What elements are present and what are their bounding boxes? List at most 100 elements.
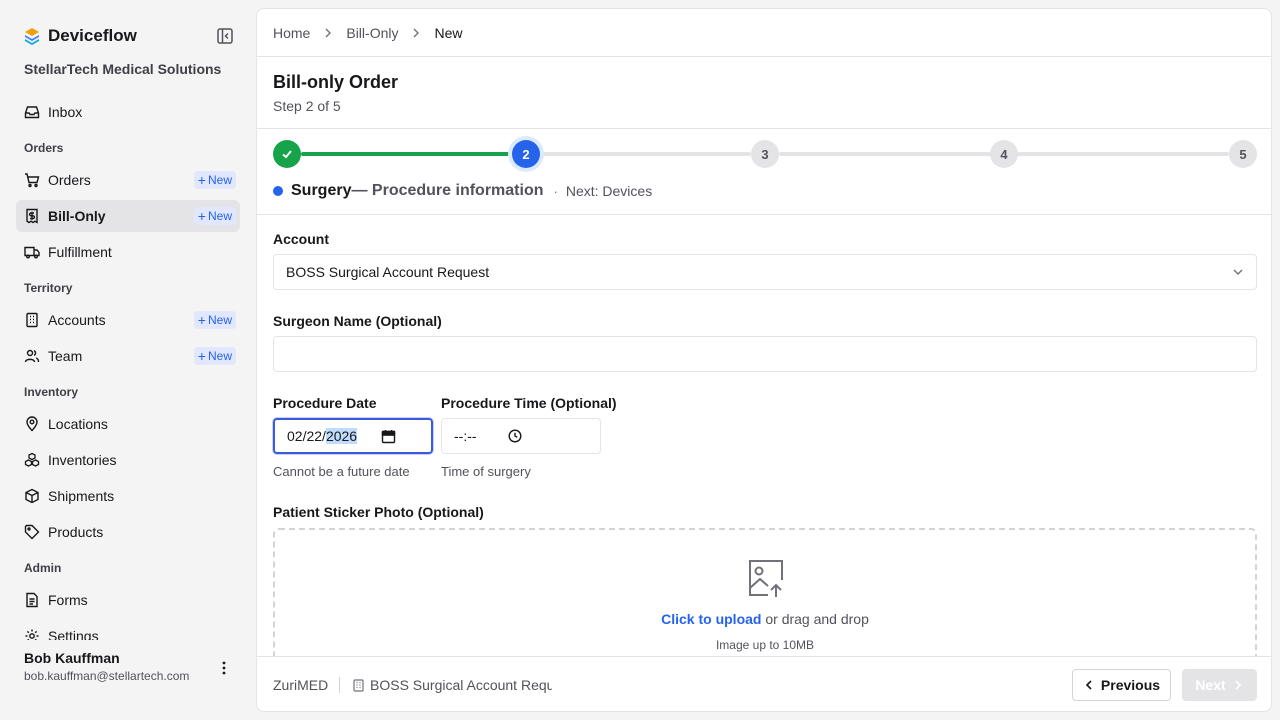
map-pin-icon (26, 416, 38, 432)
sidebar-item-products[interactable]: Products (16, 516, 240, 548)
new-account-button[interactable]: + New (193, 311, 236, 329)
new-badge-label: New (207, 313, 232, 327)
sidebar-item-label: Forms (48, 592, 88, 608)
building-icon (353, 678, 364, 692)
chevron-right-icon (1235, 680, 1241, 690)
step-connector (539, 152, 751, 156)
section-label-territory: Territory (24, 281, 73, 295)
procedure-date-hint: Cannot be a future date (273, 464, 410, 479)
step-name: Surgery (291, 182, 352, 199)
package-icon (25, 488, 39, 504)
truck-icon (24, 246, 40, 259)
account-label: Account (273, 231, 329, 247)
step-separator: · (553, 183, 558, 199)
page-subtitle: Step 2 of 5 (273, 98, 341, 114)
footer-account: BOSS Surgical Account Request (352, 677, 552, 693)
surgeon-name-input[interactable] (273, 336, 1257, 372)
clock-icon[interactable] (508, 429, 522, 443)
next-button[interactable]: Next (1182, 669, 1257, 701)
account-select-value: BOSS Surgical Account Request (286, 264, 490, 280)
sidebar-item-label: Inbox (48, 104, 83, 120)
deviceflow-logo-icon (25, 28, 39, 45)
section-label-admin: Admin (24, 561, 62, 575)
plus-icon: + (197, 348, 206, 364)
user-profile[interactable]: Bob Kauffman bob.kauffman@stellartech.co… (24, 650, 189, 683)
new-badge-label: New (207, 209, 232, 223)
chevron-right-icon (413, 28, 420, 38)
brand[interactable]: Deviceflow (24, 26, 137, 46)
chevron-left-icon (1085, 680, 1092, 690)
user-email: bob.kauffman@stellartech.com (24, 669, 190, 683)
procedure-time-input[interactable]: --:-- (441, 418, 601, 454)
surgeon-name-label: Surgeon Name (Optional) (273, 313, 442, 329)
divider (257, 56, 1271, 57)
sidebar-item-team[interactable]: Team + New (16, 340, 240, 372)
step-connector-complete (301, 152, 515, 156)
step-5: 5 (1229, 140, 1257, 168)
procedure-date-label: Procedure Date (273, 395, 377, 411)
plus-icon: + (197, 208, 206, 224)
step-3: 3 (751, 140, 779, 168)
users-icon (24, 349, 40, 363)
date-day[interactable]: 22 (306, 428, 322, 444)
new-bill-only-button[interactable]: + New (193, 207, 236, 225)
breadcrumb-bill-only[interactable]: Bill-Only (346, 25, 398, 41)
footer-account-name: BOSS Surgical Account Request (370, 677, 552, 693)
building-icon (26, 312, 38, 328)
boxes-icon (24, 452, 40, 467)
date-year[interactable]: 2026 (325, 428, 358, 444)
app-name: Deviceflow (48, 26, 137, 45)
plus-icon: + (197, 172, 206, 188)
divider (257, 128, 1271, 129)
chevron-down-icon (1233, 269, 1243, 275)
receipt-dollar-icon (26, 208, 38, 224)
gear-icon (25, 629, 39, 640)
sidebar-collapse-icon[interactable] (216, 27, 234, 45)
breadcrumb-current: New (434, 25, 463, 41)
sidebar-item-orders[interactable]: Orders + New (16, 164, 240, 196)
new-team-member-button[interactable]: + New (193, 347, 236, 365)
time-value: --:-- (454, 428, 477, 444)
procedure-date-input[interactable]: 02/22/2026 (273, 418, 433, 454)
account-select[interactable]: BOSS Surgical Account Request (273, 254, 1257, 290)
sidebar-item-forms[interactable]: Forms (16, 584, 240, 616)
date-month[interactable]: 02 (287, 428, 303, 444)
image-upload-icon (749, 560, 783, 597)
new-order-button[interactable]: + New (193, 171, 236, 189)
step-2-current: 2 (512, 140, 540, 168)
click-to-upload-link[interactable]: Click to upload (661, 611, 761, 627)
previous-button[interactable]: Previous (1072, 669, 1171, 701)
breadcrumb: Home Bill-Only New (273, 25, 463, 41)
sidebar-item-inbox[interactable]: Inbox (16, 96, 240, 128)
sidebar-item-label: Inventories (48, 452, 117, 468)
sidebar-item-fulfillment[interactable]: Fulfillment (16, 236, 240, 268)
sidebar-item-shipments[interactable]: Shipments (16, 480, 240, 512)
vendor-name: ZuriMED (273, 677, 329, 693)
organization-name: StellarTech Medical Solutions (24, 61, 222, 77)
more-vertical-icon[interactable] (216, 660, 232, 676)
step-connector (779, 152, 991, 156)
upload-instructions: Click to upload or drag and drop (275, 611, 1255, 627)
new-badge-label: New (207, 173, 232, 187)
calendar-icon[interactable] (381, 429, 396, 444)
sidebar-item-bill-only[interactable]: Bill-Only + New (16, 200, 240, 232)
procedure-time-label: Procedure Time (Optional) (441, 395, 617, 411)
cart-icon (25, 173, 40, 188)
sidebar-item-accounts[interactable]: Accounts + New (16, 304, 240, 336)
next-step-label: Next: Devices (565, 183, 653, 199)
step-description: — Procedure information (351, 182, 544, 199)
footer-bar: ZuriMED BOSS Surgical Account Request Pr… (257, 656, 1271, 711)
breadcrumb-home[interactable]: Home (273, 25, 310, 41)
patient-sticker-label: Patient Sticker Photo (Optional) (273, 504, 484, 520)
step-1-complete[interactable] (273, 140, 301, 168)
inbox-icon (24, 106, 40, 119)
sidebar-item-settings[interactable]: Settings (16, 620, 240, 640)
current-step-bullet (273, 186, 283, 196)
sidebar-overflow-clip: Settings (16, 620, 240, 640)
sidebar-item-label: Accounts (48, 312, 106, 328)
sidebar-item-locations[interactable]: Locations (16, 408, 240, 440)
sidebar-item-inventories[interactable]: Inventories (16, 444, 240, 476)
sidebar-item-label: Settings (48, 628, 99, 640)
sidebar-item-label: Shipments (48, 488, 115, 504)
procedure-time-hint: Time of surgery (441, 464, 531, 479)
